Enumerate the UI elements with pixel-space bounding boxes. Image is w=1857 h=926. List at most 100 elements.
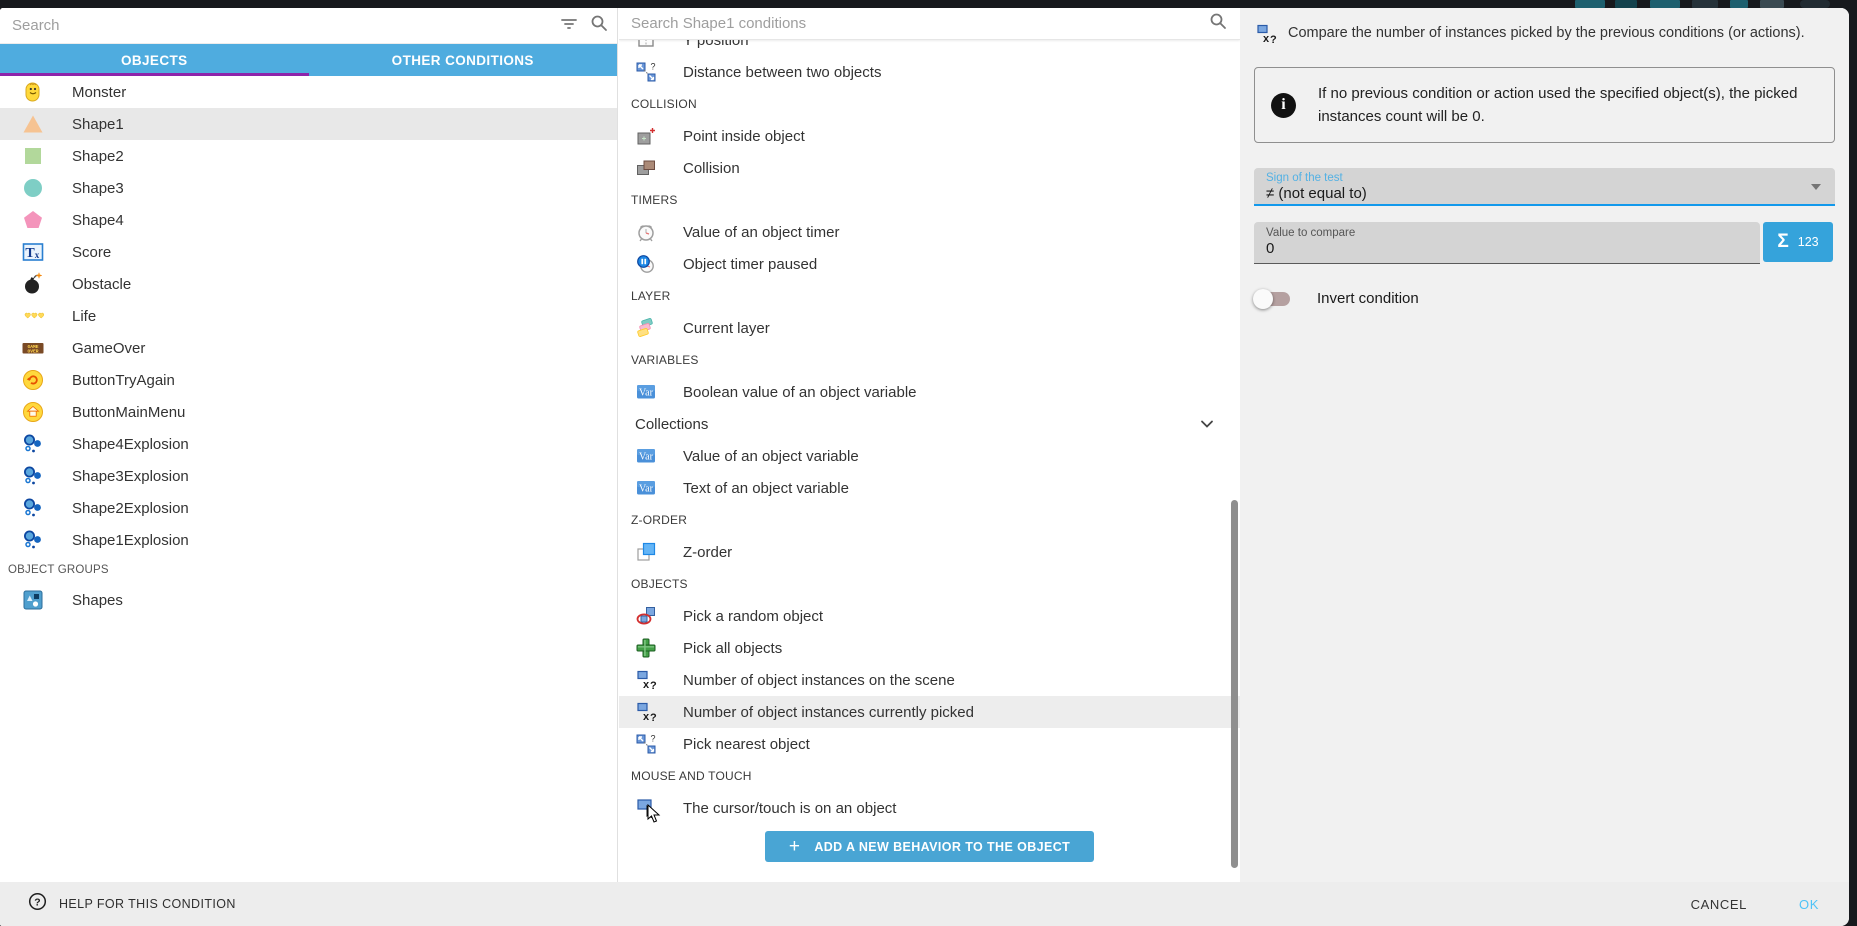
condition-item[interactable]: Point inside object bbox=[619, 120, 1240, 152]
instances-count-icon: x? bbox=[1254, 22, 1278, 51]
svg-text:?: ? bbox=[34, 897, 40, 908]
dialog-footer: ? HELP FOR THIS CONDITION CANCEL OK bbox=[0, 882, 1849, 926]
object-item-gameover[interactable]: GAMEOVERGameOver bbox=[0, 332, 617, 364]
condition-list: Y position?Distance between two objects C… bbox=[619, 40, 1240, 882]
condition-item[interactable]: The cursor/touch is on an object bbox=[619, 792, 1240, 824]
condition-item[interactable]: ?Distance between two objects bbox=[619, 56, 1240, 88]
condition-item[interactable]: x?Number of object instances currently p… bbox=[619, 696, 1240, 728]
condition-item[interactable]: Pick a random object bbox=[619, 600, 1240, 632]
sign-of-test-select[interactable]: Sign of the test ≠ (not equal to) bbox=[1254, 168, 1835, 206]
condition-label: Number of object instances on the scene bbox=[683, 672, 955, 689]
expression-editor-button[interactable]: Σ 123 bbox=[1763, 222, 1833, 262]
expander-collections[interactable]: Collections bbox=[619, 408, 1240, 440]
object-item-shape3[interactable]: Shape3 bbox=[0, 172, 617, 204]
object-item-buttonmainmenu[interactable]: ButtonMainMenu bbox=[0, 396, 617, 428]
tab-objects[interactable]: OBJECTS bbox=[0, 44, 309, 76]
object-item-monster[interactable]: Monster bbox=[0, 76, 617, 108]
object-item-shape4explosion[interactable]: Shape4Explosion bbox=[0, 428, 617, 460]
svg-text:Var: Var bbox=[639, 484, 654, 495]
condition-item[interactable]: Collision bbox=[619, 152, 1240, 184]
section-header-z-order: Z-ORDER bbox=[619, 504, 1240, 536]
object-item-shape3explosion[interactable]: Shape3Explosion bbox=[0, 460, 617, 492]
toggle-knob bbox=[1253, 289, 1273, 309]
condition-item[interactable]: Value of an object timer bbox=[619, 216, 1240, 248]
monster-icon bbox=[20, 79, 46, 105]
value-to-compare-field[interactable]: Value to compare bbox=[1254, 222, 1760, 264]
sigma-icon: Σ bbox=[1777, 231, 1788, 253]
condition-chooser-panel: Y position?Distance between two objects C… bbox=[619, 8, 1240, 882]
condition-item[interactable]: Y position bbox=[619, 40, 1240, 56]
info-icon: i bbox=[1271, 93, 1296, 118]
condition-item[interactable]: Var Boolean value of an object variable bbox=[619, 376, 1240, 408]
bomb-icon bbox=[20, 271, 46, 297]
info-text: If no previous condition or action used … bbox=[1318, 82, 1818, 128]
section-header-variables: VARIABLES bbox=[619, 344, 1240, 376]
object-item-obstacle[interactable]: Obstacle bbox=[0, 268, 617, 300]
svg-text:?: ? bbox=[1270, 34, 1277, 46]
condition-item[interactable]: ?Pick nearest object bbox=[619, 728, 1240, 760]
condition-item[interactable]: Current layer bbox=[619, 312, 1240, 344]
object-item-shape1[interactable]: Shape1 bbox=[0, 108, 617, 140]
object-group-item-shapes[interactable]: Shapes bbox=[0, 584, 617, 616]
condition-item[interactable]: VarText of an object variable bbox=[619, 472, 1240, 504]
tab-other-conditions[interactable]: OTHER CONDITIONS bbox=[309, 44, 618, 76]
object-item-shape2explosion[interactable]: Shape2Explosion bbox=[0, 492, 617, 524]
object-search-bar bbox=[0, 8, 617, 44]
svg-text:x: x bbox=[35, 250, 40, 260]
object-selector-panel: OBJECTSOTHER CONDITIONS Monster Shape1 Sha… bbox=[0, 8, 618, 882]
condition-search-input[interactable] bbox=[619, 8, 1240, 39]
object-item-shape2[interactable]: Shape2 bbox=[0, 140, 617, 172]
sign-of-test-value: ≠ (not equal to) bbox=[1266, 185, 1823, 202]
condition-item[interactable]: VarValue of an object variable bbox=[619, 440, 1240, 472]
condition-label: Pick all objects bbox=[683, 640, 782, 657]
value-to-compare-input[interactable] bbox=[1266, 240, 1748, 257]
svg-text:?: ? bbox=[650, 712, 657, 724]
condition-editor-dialog: OBJECTSOTHER CONDITIONS Monster Shape1 Sha… bbox=[0, 8, 1849, 926]
object-item-buttontryagain[interactable]: ButtonTryAgain bbox=[0, 364, 617, 396]
object-item-life[interactable]: Life bbox=[0, 300, 617, 332]
z-order-icon bbox=[633, 539, 659, 565]
ok-button[interactable]: OK bbox=[1799, 897, 1819, 912]
circle-icon bbox=[20, 175, 46, 201]
object-label: Shape2 bbox=[72, 148, 124, 165]
condition-label: Z-order bbox=[683, 544, 732, 561]
condition-label: Boolean value of an object variable bbox=[683, 384, 917, 401]
scrollbar-thumb[interactable] bbox=[1231, 500, 1238, 868]
invert-condition-label: Invert condition bbox=[1317, 290, 1419, 307]
retry-button-icon bbox=[20, 367, 46, 393]
variable-icon: Var bbox=[633, 443, 659, 469]
sign-of-test-label: Sign of the test bbox=[1266, 172, 1823, 184]
svg-text:x: x bbox=[643, 679, 650, 691]
object-label: Shape3 bbox=[72, 180, 124, 197]
condition-item[interactable]: Z-order bbox=[619, 536, 1240, 568]
section-header-mouse-and-touch: MOUSE AND TOUCH bbox=[619, 760, 1240, 792]
svg-text:OVER: OVER bbox=[27, 349, 38, 355]
object-item-shape4[interactable]: Shape4 bbox=[0, 204, 617, 236]
object-tabs: OBJECTSOTHER CONDITIONS bbox=[0, 44, 617, 76]
object-item-score[interactable]: TxScore bbox=[0, 236, 617, 268]
condition-item[interactable]: Object timer paused bbox=[619, 248, 1240, 280]
cancel-button[interactable]: CANCEL bbox=[1691, 897, 1747, 912]
condition-item[interactable]: Pick all objects bbox=[619, 632, 1240, 664]
condition-description: Compare the number of instances picked b… bbox=[1288, 22, 1805, 41]
object-label: Monster bbox=[72, 84, 126, 101]
help-button[interactable]: ? HELP FOR THIS CONDITION bbox=[28, 892, 236, 916]
pick-random-icon bbox=[633, 603, 659, 629]
condition-label: Collision bbox=[683, 160, 740, 177]
object-item-shape1explosion[interactable]: Shape1Explosion bbox=[0, 524, 617, 556]
variable-icon: Var bbox=[633, 379, 659, 405]
particles-icon bbox=[20, 495, 46, 521]
object-label: Shape1 bbox=[72, 116, 124, 133]
section-header-layer: LAYER bbox=[619, 280, 1240, 312]
particles-icon bbox=[20, 527, 46, 553]
object-label: Life bbox=[72, 308, 96, 325]
invert-condition-toggle[interactable] bbox=[1256, 292, 1290, 306]
object-search-input[interactable] bbox=[0, 8, 617, 43]
condition-item[interactable]: x?Number of object instances on the scen… bbox=[619, 664, 1240, 696]
add-behavior-button[interactable]: + ADD A NEW BEHAVIOR TO THE OBJECT bbox=[765, 831, 1094, 862]
filter-icon[interactable] bbox=[559, 13, 579, 38]
object-label: Shape2Explosion bbox=[72, 500, 189, 517]
distance-icon: ? bbox=[633, 59, 659, 85]
condition-label: Object timer paused bbox=[683, 256, 817, 273]
cursor-on-object-icon bbox=[633, 795, 659, 821]
